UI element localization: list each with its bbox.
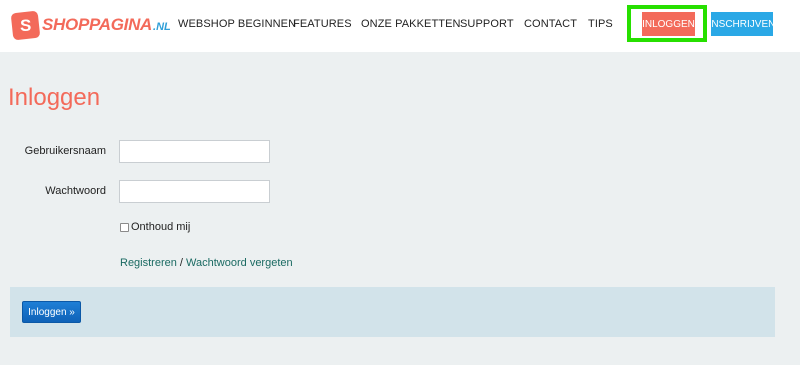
register-link[interactable]: Registreren	[120, 257, 177, 269]
top-navbar: S SHOPPAGINA .NL WEBSHOP BEGINNEN FEATUR…	[0, 0, 800, 52]
nav-onze-pakketten[interactable]: ONZE PAKKETTEN	[361, 18, 461, 30]
nav-webshop-beginnen[interactable]: WEBSHOP BEGINNEN	[178, 18, 296, 30]
username-input[interactable]	[119, 140, 270, 163]
nav-features[interactable]: FEATURES	[293, 18, 352, 30]
logo-badge-icon: S	[10, 10, 41, 40]
signup-button[interactable]: INSCHRIJVEN	[709, 12, 775, 36]
forgot-password-link[interactable]: Wachtwoord vergeten	[186, 257, 293, 269]
account-links: Registreren / Wachtwoord vergeten	[120, 257, 293, 269]
logo-letter: S	[19, 15, 32, 34]
nav-tips[interactable]: TIPS	[588, 18, 613, 30]
login-highlight-box	[627, 5, 707, 42]
remember-me: Onthoud mij	[120, 221, 190, 233]
password-label: Wachtwoord	[45, 185, 106, 197]
logo-tld: .NL	[153, 21, 171, 33]
link-separator: /	[176, 257, 187, 269]
submit-login-button[interactable]: Inloggen »	[22, 301, 81, 323]
logo-name: SHOPPAGINA	[42, 15, 153, 34]
submit-bar	[10, 287, 775, 337]
username-label: Gebruikersnaam	[24, 145, 106, 157]
shoppagina-logo[interactable]: S SHOPPAGINA .NL	[10, 10, 171, 40]
nav-contact[interactable]: CONTACT	[524, 18, 577, 30]
remember-me-checkbox[interactable]	[120, 223, 129, 232]
nav-support[interactable]: SUPPORT	[460, 18, 514, 30]
page-title: Inloggen	[8, 84, 101, 111]
remember-me-label: Onthoud mij	[131, 221, 191, 233]
password-input[interactable]	[119, 180, 270, 203]
